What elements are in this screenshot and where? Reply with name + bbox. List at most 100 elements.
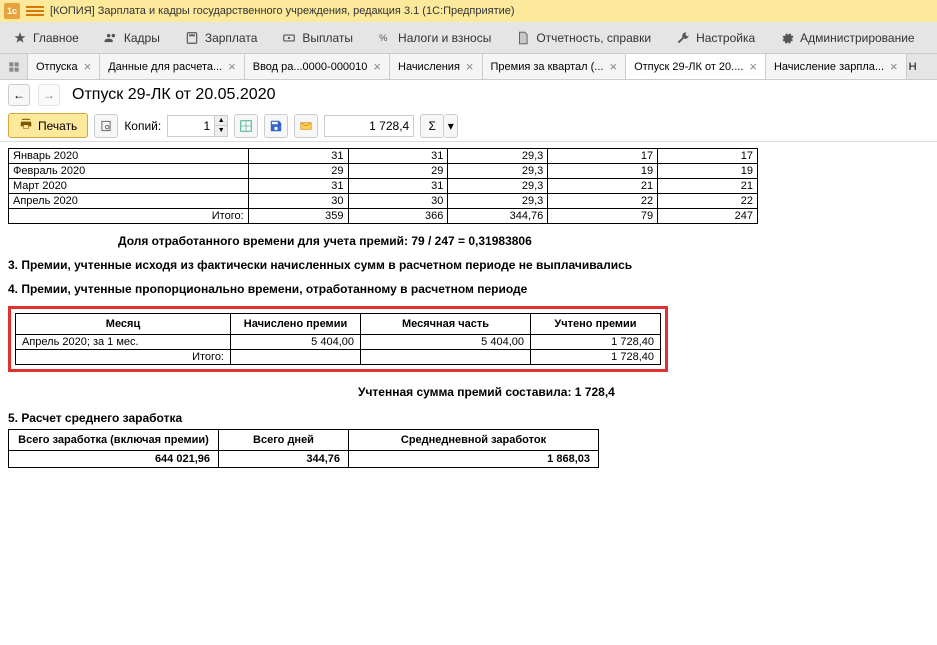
menu-reports[interactable]: Отчетность, справки [503,22,663,53]
main-menu: Главное Кадры Зарплата Выплаты % Налоги … [0,22,937,54]
toolbar: Печать Копий: ▲▼ Σ ▾ [0,110,937,142]
average-table: Всего заработка (включая премии) Всего д… [8,429,599,468]
tab-accruals[interactable]: Начисления× [390,54,483,79]
tab-close-icon[interactable]: × [373,59,381,74]
tab-vacations[interactable]: Отпуска × [28,54,100,79]
bonus-h1: Месяц [16,314,231,335]
email-button[interactable] [294,114,318,138]
menu-settings[interactable]: Настройка [663,22,767,53]
bonus-month: Апрель 2020; за 1 мес. [16,335,231,350]
table-row: Апрель 2020; за 1 мес. 5 404,00 5 404,00… [16,335,661,350]
table-row: 644 021,96 344,76 1 868,03 [9,451,599,468]
bonus-h2: Начислено премии [231,314,361,335]
tab-input[interactable]: Ввод ра...0000-000010 × [245,54,390,79]
forward-button[interactable]: → [38,84,60,106]
highlight-box: Месяц Начислено премии Месячная часть Уч… [8,306,668,372]
copies-spinner[interactable]: ▲▼ [215,115,228,137]
menu-admin-label: Администрирование [800,31,914,45]
avg-h1: Всего заработка (включая премии) [9,430,219,451]
app-title: [КОПИЯ] Зарплата и кадры государственног… [50,5,515,17]
menu-staff[interactable]: Кадры [91,22,172,53]
printer-icon [19,117,33,134]
menu-settings-label: Настройка [696,31,755,45]
menu-staff-label: Кадры [124,31,160,45]
tab-close-icon[interactable]: × [466,59,474,74]
tab-label: Отпуск 29-ЛК от 20.... [634,61,743,73]
tab-close-icon[interactable]: × [609,59,617,74]
print-button[interactable]: Печать [8,113,88,138]
tab-close-icon[interactable]: × [890,59,898,74]
tab-close-icon[interactable]: × [84,59,92,74]
tab-overflow[interactable]: Н [907,54,919,79]
menu-reports-label: Отчетность, справки [536,31,651,45]
tab-label: Отпуска [36,61,78,73]
tab-label: Премия за квартал (... [491,61,604,73]
menu-main-label: Главное [33,31,79,45]
document-icon [515,30,531,46]
empty-cell [361,350,531,365]
tab-bar: Отпуска × Данные для расчета... × Ввод ра.… [0,54,937,80]
empty-cell [231,350,361,365]
back-button[interactable]: ← [8,84,30,106]
avg-earnings: 644 021,96 [9,451,219,468]
table-row-total: Итого:359366344,7679247 [9,209,758,224]
percent-icon: % [377,30,393,46]
table-row: Март 2020313129,32121 [9,179,758,194]
tab-close-icon[interactable]: × [749,59,757,74]
avg-daily: 1 868,03 [349,451,599,468]
section-3-title: 3. Премии, учтенные исходя из фактически… [8,258,668,272]
people-icon [103,30,119,46]
copies-label: Копий: [124,119,161,133]
table-row-total: Итого: 1 728,40 [16,350,661,365]
menu-taxes[interactable]: % Налоги и взносы [365,22,503,53]
gear-icon [779,30,795,46]
tab-label: Данные для расчета... [108,61,222,73]
bonus-accrued: 5 404,00 [231,335,361,350]
copies-input[interactable] [167,115,215,137]
save-button[interactable] [264,114,288,138]
tab-salary-accrual[interactable]: Начисление зарпла... × [766,54,907,79]
tab-home-icon[interactable] [0,54,28,79]
menu-taxes-label: Налоги и взносы [398,31,491,45]
money-icon [281,30,297,46]
sigma-dropdown[interactable]: ▾ [444,114,458,138]
star-icon [12,30,28,46]
svg-text:%: % [379,32,387,42]
tab-calc-data[interactable]: Данные для расчета... × [100,54,245,79]
menu-salary-label: Зарплата [205,31,258,45]
sum-input[interactable] [324,115,414,137]
calculator-icon [184,30,200,46]
menu-admin[interactable]: Администрирование [767,22,926,53]
bonus-summary: Учтенная сумма премий составила: 1 728,4 [8,385,929,399]
title-bar: 1c [КОПИЯ] Зарплата и кадры государствен… [0,0,937,22]
months-table: Январь 2020313129,31717Февраль 202029292… [8,148,758,224]
section-5-title: 5. Расчет среднего заработка [8,411,929,425]
menu-payments[interactable]: Выплаты [269,22,365,53]
section-4-title: 4. Премии, учтенные пропорционально врем… [8,282,608,296]
preview-button[interactable] [94,114,118,138]
sigma-button[interactable]: Σ [420,114,444,138]
grid-button[interactable] [234,114,258,138]
bonus-total-value: 1 728,40 [531,350,661,365]
tab-label: Ввод ра...0000-000010 [253,61,368,73]
bonus-counted: 1 728,40 [531,335,661,350]
bonus-part: 5 404,00 [361,335,531,350]
table-row: Февраль 2020292929,31919 [9,164,758,179]
bonus-total-label: Итого: [16,350,231,365]
bonus-h3: Месячная часть [361,314,531,335]
bonus-table: Месяц Начислено премии Месячная часть Уч… [15,313,661,365]
tab-label: Начисление зарпла... [774,61,884,73]
tab-bonus[interactable]: Премия за квартал (... × [483,54,627,79]
tab-close-icon[interactable]: × [228,59,236,74]
avg-h2: Всего дней [219,430,349,451]
wrench-icon [675,30,691,46]
bonus-h4: Учтено премии [531,314,661,335]
tab-vacation-doc[interactable]: Отпуск 29-ЛК от 20.... × [626,54,766,79]
print-label: Печать [38,119,77,133]
bonus-summary-text: Учтенная сумма премий составила: 1 728,4 [358,385,615,399]
table-row: Январь 2020313129,31717 [9,149,758,164]
menu-salary[interactable]: Зарплата [172,22,270,53]
hamburger-menu-icon[interactable] [26,6,44,16]
menu-main[interactable]: Главное [0,22,91,53]
share-line: Доля отработанного времени для учета пре… [118,234,929,248]
